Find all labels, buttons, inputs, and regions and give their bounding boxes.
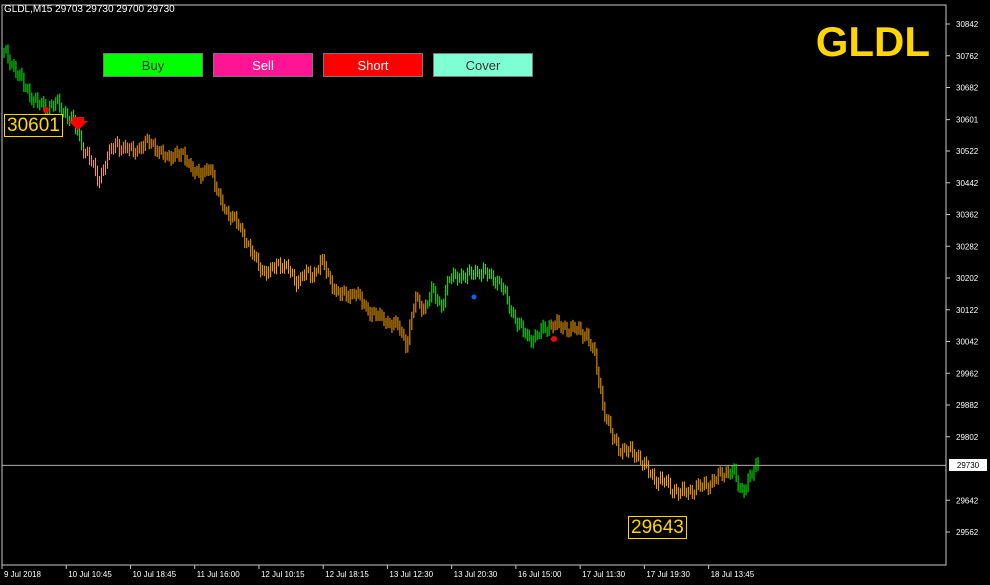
y-tick-label: 30762 [956,52,979,61]
x-tick-label: 10 Jul 18:45 [132,570,176,579]
x-tick-label: 13 Jul 20:30 [454,570,498,579]
x-tick-label: 9 Jul 2018 [4,570,41,579]
chart-header-info: GLDL,M15 29703 29730 29700 29730 [4,4,175,15]
y-axis: 30842 30762 30682 30601 30522 30442 30362 30282… [1,4,979,566]
short-signal-arrow-icon [68,117,88,130]
current-price-badge: 29730 [949,459,987,472]
y-tick-label: 30122 [956,306,979,315]
x-tick-label: 17 Jul 11:30 [582,570,626,579]
x-tick-label: 12 Jul 10:15 [261,570,305,579]
sell-signal-dot-icon [43,107,49,113]
x-tick-label: 18 Jul 13:45 [711,570,755,579]
y-tick-label: 30601 [956,116,979,125]
y-tick-label: 29962 [956,369,979,378]
sell-button[interactable]: Sell [213,53,313,77]
price-chart: 30842 30762 30682 30601 30522 30442 30362 30282… [1,4,979,579]
plot-frame [1,4,947,566]
signal-markers [43,107,557,342]
x-tick-label: 13 Jul 12:30 [389,570,433,579]
y-tick-label: 30202 [956,274,979,283]
x-tick-label: 11 Jul 16:00 [197,570,241,579]
high-price-label: 30601 [4,114,63,137]
low-price-label: 29643 [628,516,687,539]
x-tick-label: 10 Jul 10:45 [68,570,112,579]
y-tick-label: 29882 [956,401,979,410]
buy-signal-dot-icon [471,294,477,300]
short-button[interactable]: Short [323,53,423,77]
y-tick-label: 29802 [956,433,979,442]
x-axis: 9 Jul 2018 10 Jul 10:45 10 Jul 18:45 11 Jul… [1,565,755,579]
y-tick-label: 30842 [956,20,979,29]
y-tick-label: 30042 [956,338,979,347]
y-tick-label: 30282 [956,242,979,251]
y-tick-label: 30682 [956,84,979,93]
y-tick-label: 30522 [956,147,979,156]
y-tick-label: 30362 [956,211,979,220]
buy-button[interactable]: Buy [103,53,203,77]
cover-button[interactable]: Cover [433,53,533,77]
symbol-title: GLDL [815,18,930,65]
sell-signal-dot-icon [551,336,557,342]
x-tick-label: 16 Jul 15:00 [518,570,562,579]
y-tick-label: 29642 [956,496,979,505]
x-tick-label: 17 Jul 19:30 [646,570,690,579]
x-tick-label: 12 Jul 18:15 [325,570,369,579]
y-tick-label: 29562 [956,528,979,537]
y-tick-label: 30442 [956,179,979,188]
price-bars [3,44,759,501]
